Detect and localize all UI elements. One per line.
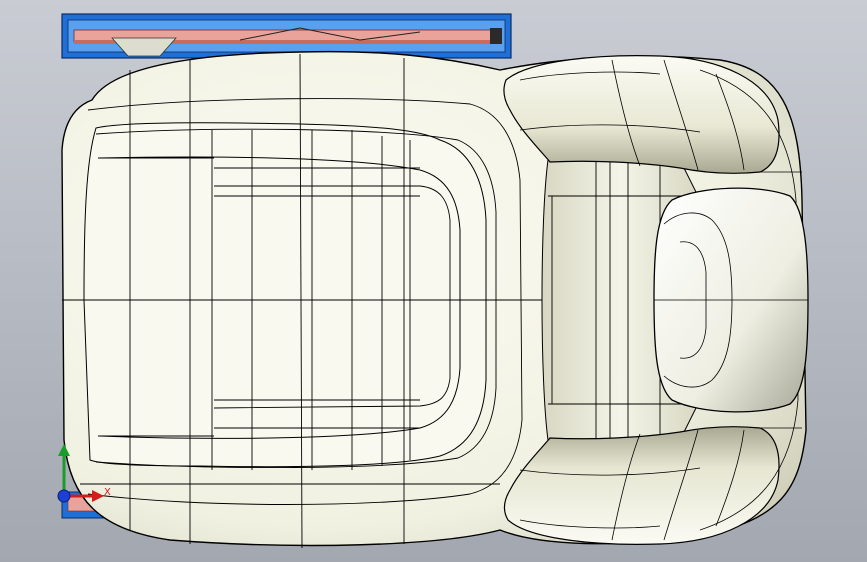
seat-model-view[interactable]: [0, 0, 867, 562]
x-axis-label: X: [104, 487, 111, 498]
cad-graphics-viewport[interactable]: X: [0, 0, 867, 562]
seat-body[interactable]: [61, 50, 809, 549]
